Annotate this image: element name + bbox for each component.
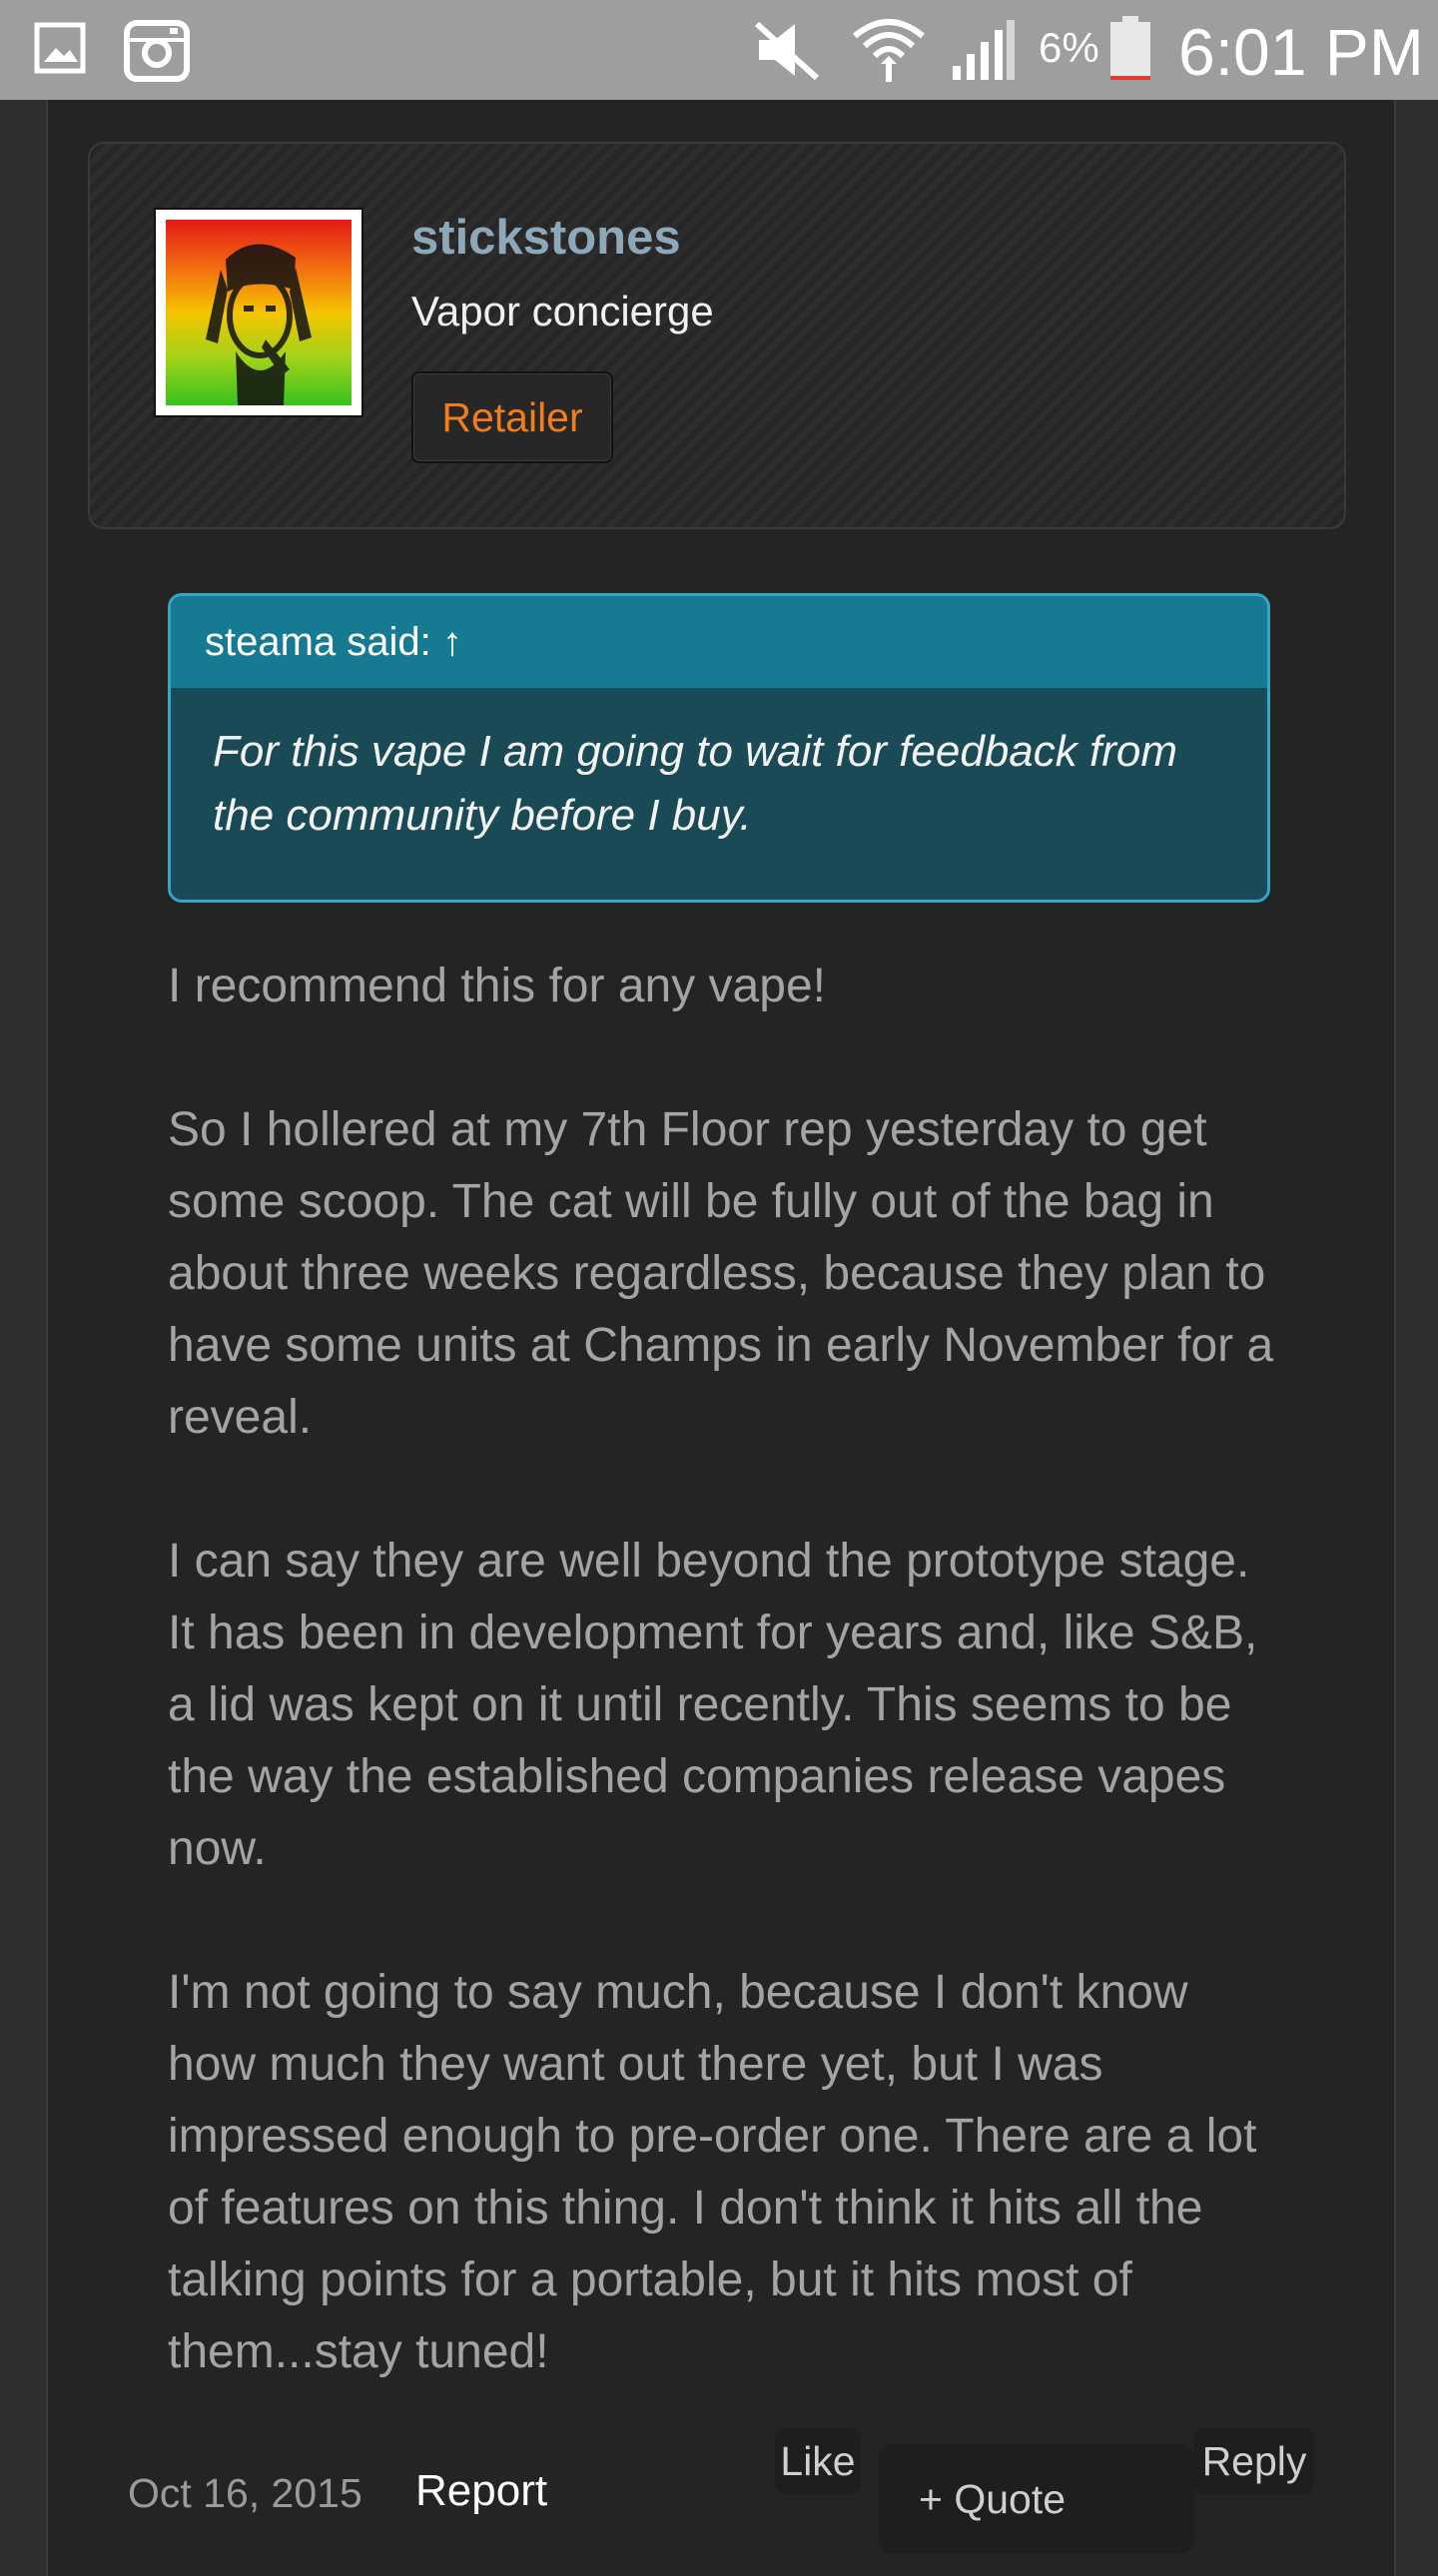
retailer-badge[interactable]: Retailer	[411, 371, 613, 463]
wifi-icon	[853, 19, 925, 82]
quote-body: For this vape I am going to wait for fee…	[171, 688, 1267, 900]
post-paragraph: So I hollered at my 7th Floor rep yester…	[168, 1103, 1274, 1444]
portrait-icon	[206, 244, 312, 405]
mute-icon	[754, 21, 820, 81]
user-title: Vapor concierge	[411, 288, 714, 334]
report-link[interactable]: Report	[415, 2466, 547, 2516]
post-paragraph: I'm not going to say much, because I don…	[168, 1966, 1257, 2378]
post-paragraph: I can say they are well beyond the proto…	[168, 1535, 1258, 1875]
status-bar: 6% 6:01 PM	[0, 0, 1438, 100]
quote-button[interactable]: + Quote	[879, 2444, 1194, 2554]
post-body: I recommend this for any vape! So I holl…	[168, 951, 1286, 2460]
avatar[interactable]	[154, 208, 363, 417]
avatar-image	[166, 220, 352, 405]
battery-icon	[1110, 16, 1150, 80]
like-button[interactable]: Like	[775, 2428, 861, 2494]
post-paragraph: I recommend this for any vape!	[168, 960, 826, 1012]
instagram-icon	[124, 20, 190, 82]
clock: 6:01 PM	[1178, 15, 1424, 89]
battery-percent: 6%	[1039, 24, 1099, 71]
quote-attribution[interactable]: steama said: ↑	[171, 596, 1267, 688]
quote-block: steama said: ↑ For this vape I am going …	[168, 593, 1270, 903]
reply-button[interactable]: Reply	[1194, 2428, 1314, 2494]
signal-icon	[953, 20, 1015, 80]
gallery-icon	[34, 22, 86, 74]
post-date[interactable]: Oct 16, 2015	[128, 2470, 362, 2517]
username[interactable]: stickstones	[411, 210, 681, 266]
quote-text: For this vape I am going to wait for fee…	[213, 727, 1178, 840]
